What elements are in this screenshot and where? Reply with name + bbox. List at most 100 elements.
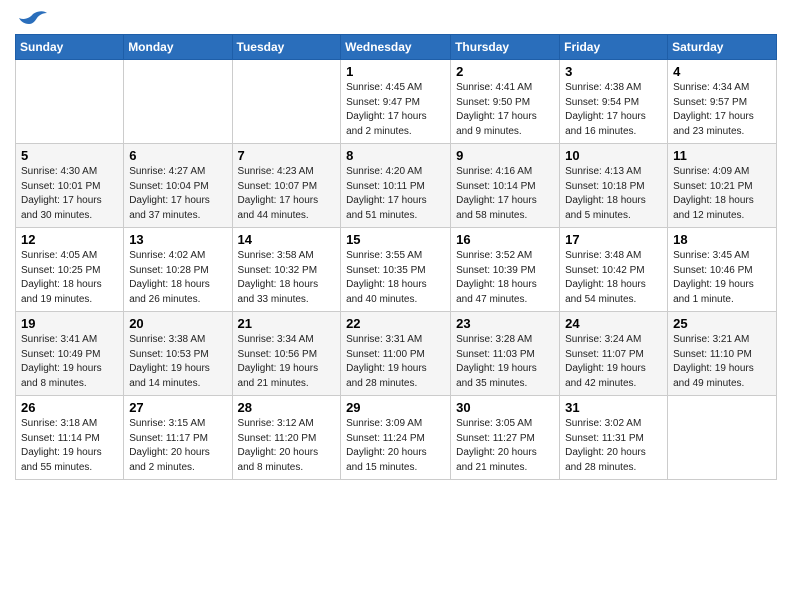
day-info: Sunrise: 3:34 AM Sunset: 10:56 PM Daylig… [238,333,336,391]
day-info: Sunrise: 4:27 AM Sunset: 10:04 PM Daylig… [129,165,226,223]
calendar-cell: 6 Sunrise: 4:27 AM Sunset: 10:04 PM Dayli… [124,144,232,228]
calendar-cell: 1Sunrise: 4:45 AM Sunset: 9:47 PM Daylig… [341,60,451,144]
day-info: Sunrise: 3:31 AM Sunset: 11:00 PM Daylig… [346,333,445,391]
calendar-header-row: SundayMondayTuesdayWednesdayThursdayFrid… [16,35,777,60]
day-info: Sunrise: 4:45 AM Sunset: 9:47 PM Dayligh… [346,81,445,139]
weekday-header-tuesday: Tuesday [232,35,341,60]
calendar-cell: 16 Sunrise: 3:52 AM Sunset: 10:39 PM Dayl… [451,228,560,312]
day-number: 24 [565,316,662,331]
day-number: 30 [456,400,554,415]
day-number: 6 [129,148,226,163]
day-number: 31 [565,400,662,415]
calendar-cell: 26 Sunrise: 3:18 AM Sunset: 11:14 PM Dayl… [16,396,124,480]
day-number: 16 [456,232,554,247]
calendar-cell: 3 Sunrise: 4:38 AM Sunset: 9:54 PM Daylig… [560,60,668,144]
weekday-header-saturday: Saturday [668,35,777,60]
calendar-cell: 8 Sunrise: 4:20 AM Sunset: 10:11 PM Dayli… [341,144,451,228]
day-number: 11 [673,148,771,163]
weekday-header-wednesday: Wednesday [341,35,451,60]
day-info: Sunrise: 4:41 AM Sunset: 9:50 PM Dayligh… [456,81,554,139]
day-info: Sunrise: 4:30 AM Sunset: 10:01 PM Daylig… [21,165,118,223]
weekday-header-monday: Monday [124,35,232,60]
calendar-cell: 27Sunrise: 3:15 AM Sunset: 11:17 PM Dayl… [124,396,232,480]
calendar-cell: 15 Sunrise: 3:55 AM Sunset: 10:35 PM Dayl… [341,228,451,312]
calendar-cell: 20 Sunrise: 3:38 AM Sunset: 10:53 PM Dayl… [124,312,232,396]
day-info: Sunrise: 3:28 AM Sunset: 11:03 PM Daylig… [456,333,554,391]
logo-bird-icon [19,10,47,32]
day-info: Sunrise: 4:09 AM Sunset: 10:21 PM Daylig… [673,165,771,223]
calendar-header [15,10,777,32]
day-number: 26 [21,400,118,415]
day-number: 23 [456,316,554,331]
day-number: 10 [565,148,662,163]
calendar-cell: 5 Sunrise: 4:30 AM Sunset: 10:01 PM Dayli… [16,144,124,228]
day-info: Sunrise: 3:05 AM Sunset: 11:27 PM Daylig… [456,417,554,475]
day-info: Sunrise: 3:38 AM Sunset: 10:53 PM Daylig… [129,333,226,391]
day-info: Sunrise: 3:18 AM Sunset: 11:14 PM Daylig… [21,417,118,475]
calendar-cell: 19 Sunrise: 3:41 AM Sunset: 10:49 PM Dayl… [16,312,124,396]
day-number: 7 [238,148,336,163]
calendar-cell: 2 Sunrise: 4:41 AM Sunset: 9:50 PM Daylig… [451,60,560,144]
calendar-cell: 21 Sunrise: 3:34 AM Sunset: 10:56 PM Dayl… [232,312,341,396]
calendar-cell: 31 Sunrise: 3:02 AM Sunset: 11:31 PM Dayl… [560,396,668,480]
day-info: Sunrise: 3:55 AM Sunset: 10:35 PM Daylig… [346,249,445,307]
day-info: Sunrise: 4:05 AM Sunset: 10:25 PM Daylig… [21,249,118,307]
day-info: Sunrise: 3:58 AM Sunset: 10:32 PM Daylig… [238,249,336,307]
weekday-header-thursday: Thursday [451,35,560,60]
weekday-header-friday: Friday [560,35,668,60]
day-info: Sunrise: 3:21 AM Sunset: 11:10 PM Daylig… [673,333,771,391]
weekday-header-sunday: Sunday [16,35,124,60]
day-info: Sunrise: 4:38 AM Sunset: 9:54 PM Dayligh… [565,81,662,139]
calendar-cell: 23 Sunrise: 3:28 AM Sunset: 11:03 PM Dayl… [451,312,560,396]
calendar-cell: 28 Sunrise: 3:12 AM Sunset: 11:20 PM Dayl… [232,396,341,480]
calendar-cell: 14Sunrise: 3:58 AM Sunset: 10:32 PM Dayl… [232,228,341,312]
day-info: Sunrise: 3:12 AM Sunset: 11:20 PM Daylig… [238,417,336,475]
day-number: 22 [346,316,445,331]
day-number: 27 [129,400,226,415]
calendar-cell: 17 Sunrise: 3:48 AM Sunset: 10:42 PM Dayl… [560,228,668,312]
day-number: 4 [673,64,771,79]
day-number: 19 [21,316,118,331]
calendar-cell: 29Sunrise: 3:09 AM Sunset: 11:24 PM Dayl… [341,396,451,480]
logo [15,10,47,32]
day-number: 28 [238,400,336,415]
day-number: 15 [346,232,445,247]
day-info: Sunrise: 3:02 AM Sunset: 11:31 PM Daylig… [565,417,662,475]
day-info: Sunrise: 4:23 AM Sunset: 10:07 PM Daylig… [238,165,336,223]
day-info: Sunrise: 3:09 AM Sunset: 11:24 PM Daylig… [346,417,445,475]
calendar-cell [668,396,777,480]
calendar-table: SundayMondayTuesdayWednesdayThursdayFrid… [15,34,777,480]
calendar-cell: 25 Sunrise: 3:21 AM Sunset: 11:10 PM Dayl… [668,312,777,396]
day-number: 13 [129,232,226,247]
day-info: Sunrise: 3:41 AM Sunset: 10:49 PM Daylig… [21,333,118,391]
day-info: Sunrise: 4:13 AM Sunset: 10:18 PM Daylig… [565,165,662,223]
day-info: Sunrise: 3:48 AM Sunset: 10:42 PM Daylig… [565,249,662,307]
calendar-cell: 12 Sunrise: 4:05 AM Sunset: 10:25 PM Dayl… [16,228,124,312]
calendar-cell: 4 Sunrise: 4:34 AM Sunset: 9:57 PM Daylig… [668,60,777,144]
calendar-cell: 13Sunrise: 4:02 AM Sunset: 10:28 PM Dayl… [124,228,232,312]
day-number: 9 [456,148,554,163]
day-number: 5 [21,148,118,163]
day-info: Sunrise: 3:52 AM Sunset: 10:39 PM Daylig… [456,249,554,307]
day-info: Sunrise: 4:20 AM Sunset: 10:11 PM Daylig… [346,165,445,223]
day-info: Sunrise: 4:34 AM Sunset: 9:57 PM Dayligh… [673,81,771,139]
day-number: 20 [129,316,226,331]
day-number: 3 [565,64,662,79]
day-info: Sunrise: 3:45 AM Sunset: 10:46 PM Daylig… [673,249,771,307]
calendar-cell: 9Sunrise: 4:16 AM Sunset: 10:14 PM Dayli… [451,144,560,228]
day-number: 8 [346,148,445,163]
day-number: 17 [565,232,662,247]
day-number: 2 [456,64,554,79]
day-number: 12 [21,232,118,247]
day-number: 25 [673,316,771,331]
calendar-cell: 22 Sunrise: 3:31 AM Sunset: 11:00 PM Dayl… [341,312,451,396]
calendar-cell: 24 Sunrise: 3:24 AM Sunset: 11:07 PM Dayl… [560,312,668,396]
day-info: Sunrise: 3:24 AM Sunset: 11:07 PM Daylig… [565,333,662,391]
calendar-cell: 10 Sunrise: 4:13 AM Sunset: 10:18 PM Dayl… [560,144,668,228]
calendar-cell: 11 Sunrise: 4:09 AM Sunset: 10:21 PM Dayl… [668,144,777,228]
day-number: 18 [673,232,771,247]
calendar-cell [16,60,124,144]
calendar-cell: 7 Sunrise: 4:23 AM Sunset: 10:07 PM Dayli… [232,144,341,228]
calendar-cell: 18 Sunrise: 3:45 AM Sunset: 10:46 PM Dayl… [668,228,777,312]
day-number: 21 [238,316,336,331]
